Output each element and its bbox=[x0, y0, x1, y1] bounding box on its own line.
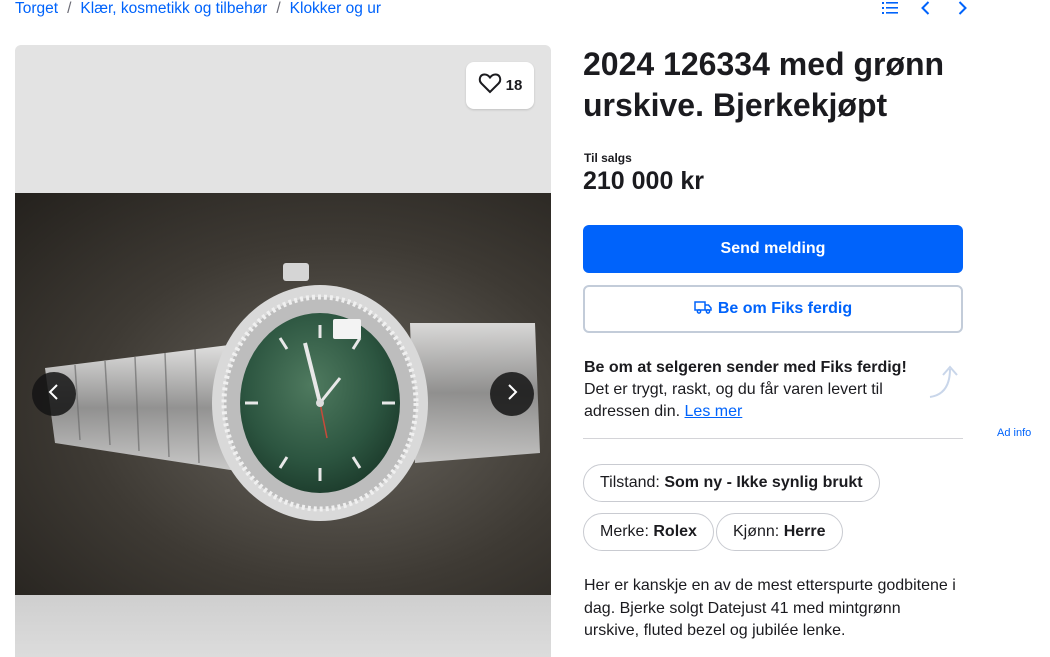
photo-reflection bbox=[15, 595, 551, 657]
delivery-truck-icon bbox=[694, 300, 712, 319]
image-gallery[interactable]: 18 bbox=[15, 45, 551, 657]
attribute-value: Rolex bbox=[653, 523, 697, 540]
price: 210 000 kr bbox=[583, 167, 704, 195]
chevron-right-icon[interactable] bbox=[954, 0, 970, 16]
chevron-right-icon bbox=[504, 382, 520, 407]
breadcrumb: Torget / Klær, kosmetikk og tilbehør / K… bbox=[15, 0, 381, 18]
previous-image-button[interactable] bbox=[32, 372, 76, 416]
list-icon[interactable] bbox=[882, 0, 898, 16]
watch-photo[interactable] bbox=[15, 193, 551, 595]
fiks-info-heading: Be om at selgeren sender med Fiks ferdig… bbox=[584, 359, 907, 376]
attribute-value: Herre bbox=[783, 523, 826, 540]
attribute-gender: Kjønn: Herre bbox=[716, 513, 843, 551]
next-image-button[interactable] bbox=[490, 372, 534, 416]
breadcrumb-torget[interactable]: Torget bbox=[15, 0, 58, 18]
breadcrumb-category[interactable]: Klær, kosmetikk og tilbehør bbox=[80, 0, 267, 18]
sale-label: Til salgs bbox=[584, 151, 632, 165]
attribute-value: Som ny - Ikke synlig brukt bbox=[664, 474, 863, 491]
breadcrumb-separator: / bbox=[276, 0, 281, 17]
attribute-brand: Merke: Rolex bbox=[583, 513, 714, 551]
attribute-label: Tilstand: bbox=[600, 474, 660, 491]
listing-title: 2024 126334 med grønn urskive. Bjerkekjø… bbox=[583, 46, 945, 123]
ad-navigation bbox=[882, 0, 970, 16]
heart-icon bbox=[478, 72, 502, 99]
chevron-left-icon[interactable] bbox=[918, 0, 934, 16]
chevron-left-icon bbox=[46, 382, 62, 407]
favorite-count: 18 bbox=[505, 77, 523, 94]
attribute-condition: Tilstand: Som ny - Ikke synlig brukt bbox=[583, 464, 880, 502]
breadcrumb-subcategory[interactable]: Klokker og ur bbox=[290, 0, 381, 18]
favorite-button[interactable]: 18 bbox=[466, 62, 534, 109]
send-message-button[interactable]: Send melding bbox=[583, 225, 963, 273]
attribute-label: Kjønn: bbox=[733, 523, 780, 540]
read-more-link[interactable]: Les mer bbox=[685, 403, 743, 420]
divider bbox=[583, 438, 963, 439]
listing-description: Her er kanskje en av de mest etterspurte… bbox=[584, 577, 956, 639]
curved-arrow-icon bbox=[926, 363, 960, 404]
fiks-info-text: Be om at selgeren sender med Fiks ferdig… bbox=[584, 357, 924, 423]
attribute-label: Merke: bbox=[600, 523, 649, 540]
fiks-ferdig-label: Be om Fiks ferdig bbox=[717, 300, 853, 317]
fiks-ferdig-button[interactable]: Be om Fiks ferdig bbox=[583, 285, 963, 333]
ad-info-link[interactable]: Ad info bbox=[997, 427, 1031, 439]
breadcrumb-separator: / bbox=[67, 0, 72, 17]
